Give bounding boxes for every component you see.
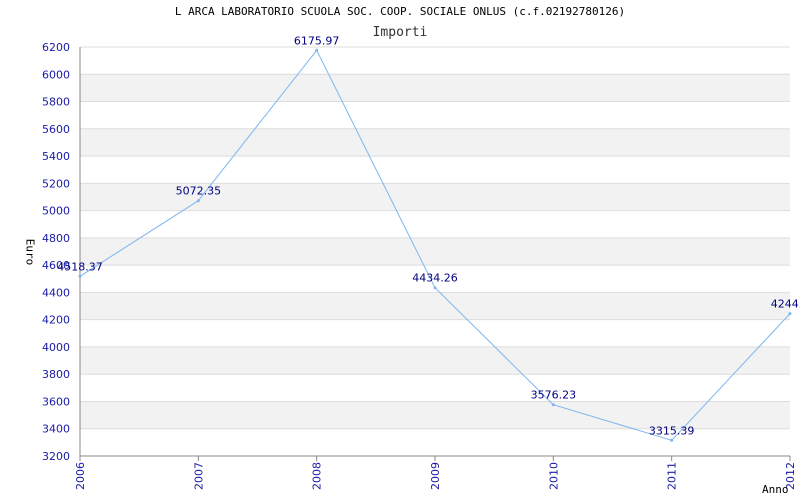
grid-band [80, 101, 790, 129]
chart-root: L ARCA LABORATORIO SCUOLA SOC. COOP. SOC… [0, 0, 800, 500]
chart-plot: 3200340036003800400042004400460048005000… [42, 34, 800, 490]
y-tick-label: 5800 [42, 96, 70, 109]
grid-band [80, 210, 790, 238]
x-tick-label: 2007 [192, 462, 205, 490]
grid-band [80, 237, 790, 266]
y-tick-label: 3200 [42, 450, 70, 463]
grid-band [80, 346, 790, 375]
y-tick-label: 5400 [42, 150, 70, 163]
data-label: 4518.37 [57, 260, 103, 273]
grid-band [80, 374, 790, 402]
data-point [670, 438, 674, 442]
data-point [433, 286, 437, 290]
y-tick-label: 4000 [42, 341, 70, 354]
grid-band [80, 47, 790, 75]
data-label: 3315.39 [649, 424, 695, 437]
data-point [551, 403, 555, 407]
y-tick-label: 4800 [42, 232, 70, 245]
y-tick-label: 3600 [42, 395, 70, 408]
x-tick-label: 2006 [74, 462, 87, 490]
data-label: 5072.35 [176, 185, 222, 198]
y-tick-label: 4400 [42, 286, 70, 299]
y-tick-label: 3800 [42, 368, 70, 381]
grid-band [80, 156, 790, 184]
data-label: 4434.26 [412, 272, 458, 285]
y-tick-label: 5000 [42, 205, 70, 218]
x-tick-label: 2010 [547, 462, 560, 490]
grid-band [80, 292, 790, 320]
data-point [78, 274, 82, 278]
data-label: 6175.97 [294, 34, 340, 47]
y-tick-label: 5600 [42, 123, 70, 136]
y-tick-label: 6000 [42, 68, 70, 81]
data-label: 3576.23 [531, 389, 577, 402]
x-tick-label: 2011 [666, 462, 679, 490]
y-axis-label: Euro [23, 238, 37, 266]
x-tick-label: 2009 [429, 462, 442, 490]
x-tick-label: 2008 [311, 462, 324, 490]
y-tick-label: 4200 [42, 314, 70, 327]
x-axis-label: Anno [762, 483, 789, 496]
y-tick-label: 6200 [42, 41, 70, 54]
y-tick-label: 3400 [42, 423, 70, 436]
data-label: 4244.3 [771, 298, 800, 311]
data-point [196, 199, 200, 203]
grid-band [80, 128, 790, 157]
grid-band [80, 319, 790, 347]
data-point [788, 312, 792, 316]
data-point [315, 48, 319, 52]
y-tick-label: 5200 [42, 177, 70, 190]
grid-band [80, 74, 790, 102]
